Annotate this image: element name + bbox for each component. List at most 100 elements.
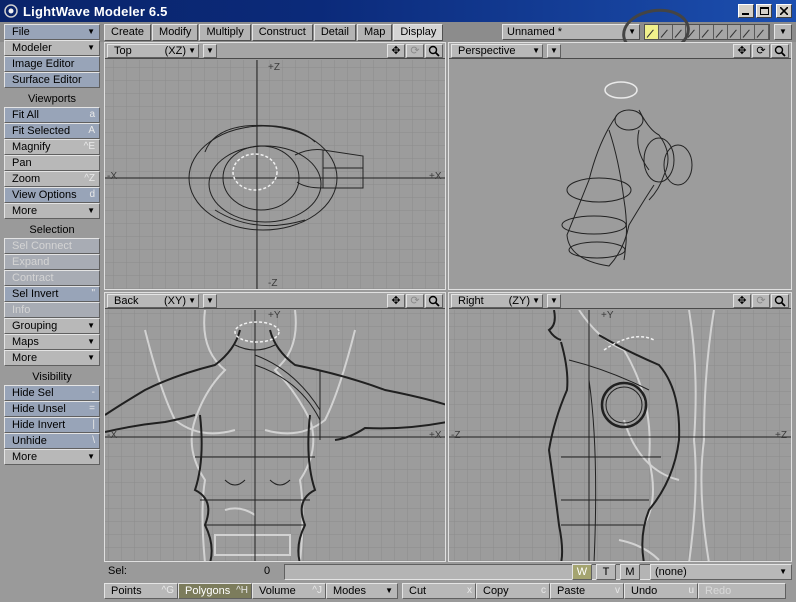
viewport-top-view-dropdown[interactable]: Top (XZ) ▼ xyxy=(107,44,199,58)
right-axis-label-left: -Z xyxy=(451,430,461,441)
wireframe-mode-button[interactable]: W xyxy=(572,564,592,580)
magnifier-icon xyxy=(428,295,440,307)
expand-button[interactable]: Expand xyxy=(4,254,100,270)
zoom-button[interactable]: Zoom ^Z xyxy=(4,171,100,187)
viewport-right-canvas[interactable]: +Y -Z +Z xyxy=(449,310,791,561)
undo-button[interactable]: Undo u xyxy=(624,583,698,599)
viewport-right-view-dropdown[interactable]: Right (ZY) ▼ xyxy=(451,294,543,308)
maps-menu-button[interactable]: Maps ▼ xyxy=(4,334,100,350)
zoom-view-icon[interactable] xyxy=(425,44,443,58)
hide-invert-button[interactable]: Hide Invert | xyxy=(4,417,100,433)
paste-button[interactable]: Paste v xyxy=(550,583,624,599)
maximize-button[interactable] xyxy=(756,4,772,18)
minimize-button[interactable] xyxy=(738,4,754,18)
modes-dropdown[interactable]: Modes ▼ xyxy=(326,583,398,599)
move-view-icon[interactable]: ✥ xyxy=(733,294,751,308)
file-menu-button[interactable]: File ▼ xyxy=(4,24,100,40)
layer-6-button[interactable] xyxy=(713,25,728,39)
modeler-menu-button[interactable]: Modeler ▼ xyxy=(4,40,100,56)
visibility-header: Visibility xyxy=(32,371,72,383)
image-editor-button[interactable]: Image Editor xyxy=(4,56,100,72)
volume-mode-button[interactable]: Volume ^J xyxy=(252,583,326,599)
viewport-right-render-dropdown[interactable]: ▼ xyxy=(547,294,561,308)
lightwave-app-icon xyxy=(4,4,18,18)
viewport-top-header: Top (XZ) ▼ ▼ ✥ ⟳ xyxy=(105,43,445,59)
viewport-perspective[interactable]: Perspective ▼ ▼ ✥ ⟳ xyxy=(448,42,792,290)
points-mode-button[interactable]: Points ^G xyxy=(104,583,178,599)
info-button[interactable]: Info xyxy=(4,302,100,318)
viewport-back-canvas[interactable]: +Y -X +X xyxy=(105,310,445,561)
viewport-right[interactable]: Right (ZY) ▼ ▼ ✥ ⟳ +Y -Z +Z xyxy=(448,292,792,562)
tab-display[interactable]: Display xyxy=(393,24,444,41)
chevron-down-icon: ▼ xyxy=(188,46,196,55)
contract-button[interactable]: Contract xyxy=(4,270,100,286)
tab-map[interactable]: Map xyxy=(356,24,393,41)
viewports-more-button[interactable]: More ▼ xyxy=(4,203,100,219)
layer-8-button[interactable] xyxy=(741,25,756,39)
tab-multiply[interactable]: Multiply xyxy=(199,24,251,41)
viewport-perspective-render-dropdown[interactable]: ▼ xyxy=(547,44,561,58)
viewport-perspective-canvas[interactable] xyxy=(449,60,791,289)
status-bar: Sel: 0 W T M (none) ▼ xyxy=(104,563,796,581)
hide-unsel-button[interactable]: Hide Unsel = xyxy=(4,401,100,417)
cut-button[interactable]: Cut x xyxy=(402,583,476,599)
zoom-view-icon[interactable] xyxy=(425,294,443,308)
visibility-more-button[interactable]: More ▼ xyxy=(4,449,100,465)
move-view-icon[interactable]: ✥ xyxy=(387,44,405,58)
viewport-perspective-view-dropdown[interactable]: Perspective ▼ xyxy=(451,44,543,58)
texture-mode-button[interactable]: T xyxy=(596,564,616,580)
redo-button[interactable]: Redo xyxy=(698,583,786,599)
chevron-down-icon: ▼ xyxy=(206,296,214,305)
sel-connect-button[interactable]: Sel Connect xyxy=(4,238,100,254)
window-title: LightWave Modeler 6.5 xyxy=(23,3,168,19)
tab-create[interactable]: Create xyxy=(104,24,152,41)
object-dropdown[interactable]: Unnamed * ▼ xyxy=(502,24,640,40)
viewport-back-render-dropdown[interactable]: ▼ xyxy=(203,294,217,308)
magnify-button[interactable]: Magnify ^E xyxy=(4,139,100,155)
back-axis-label-up: +Y xyxy=(268,310,281,321)
tab-detail[interactable]: Detail xyxy=(313,24,356,41)
hide-sel-button[interactable]: Hide Sel - xyxy=(4,385,100,401)
chevron-down-icon: ▼ xyxy=(206,46,214,55)
layer-9-button[interactable] xyxy=(755,25,770,39)
move-view-icon[interactable]: ✥ xyxy=(387,294,405,308)
viewport-back-view-dropdown[interactable]: Back (XY) ▼ xyxy=(107,294,199,308)
rotate-view-icon[interactable]: ⟳ xyxy=(752,44,770,58)
back-view-wireframe xyxy=(105,310,445,561)
layer-7-button[interactable] xyxy=(727,25,742,39)
viewport-top-render-dropdown[interactable]: ▼ xyxy=(203,44,217,58)
tab-modify[interactable]: Modify xyxy=(152,24,199,41)
zoom-view-icon[interactable] xyxy=(771,44,789,58)
grouping-menu-button[interactable]: Grouping ▼ xyxy=(4,318,100,334)
pan-button[interactable]: Pan xyxy=(4,155,100,171)
right-axis-label-right: +Z xyxy=(775,430,787,441)
unhide-button[interactable]: Unhide \ xyxy=(4,433,100,449)
zoom-view-icon[interactable] xyxy=(771,294,789,308)
viewport-top[interactable]: Top (XZ) ▼ ▼ ✥ ⟳ +Z -Z -X +X xyxy=(104,42,446,290)
viewport-back[interactable]: Back (XY) ▼ ▼ ✥ ⟳ +Y -X +X xyxy=(104,292,446,562)
polygons-mode-button[interactable]: Polygons ^H xyxy=(178,583,252,599)
selection-more-button[interactable]: More ▼ xyxy=(4,350,100,366)
surface-dropdown[interactable]: (none) ▼ xyxy=(650,564,792,580)
rotate-view-icon[interactable]: ⟳ xyxy=(752,294,770,308)
sel-invert-button[interactable]: Sel Invert " xyxy=(4,286,100,302)
close-button[interactable] xyxy=(776,4,792,18)
top-axis-label-left: -X xyxy=(107,171,117,182)
viewport-top-canvas[interactable]: +Z -Z -X +X xyxy=(105,60,445,289)
layer-bank-dropdown[interactable]: ▼ xyxy=(774,24,792,40)
surface-editor-button[interactable]: Surface Editor xyxy=(4,72,100,88)
chevron-down-icon: ▼ xyxy=(188,296,196,305)
viewport-back-header: Back (XY) ▼ ▼ ✥ ⟳ xyxy=(105,293,445,309)
layer-5-button[interactable] xyxy=(700,25,714,39)
fit-all-button[interactable]: Fit All a xyxy=(4,107,100,123)
tab-construct[interactable]: Construct xyxy=(251,24,313,41)
view-options-button[interactable]: View Options d xyxy=(4,187,100,203)
rotate-view-icon[interactable]: ⟳ xyxy=(406,294,424,308)
fit-selected-button[interactable]: Fit Selected A xyxy=(4,123,100,139)
move-view-icon[interactable]: ✥ xyxy=(733,44,751,58)
morph-mode-button[interactable]: M xyxy=(620,564,640,580)
copy-button[interactable]: Copy c xyxy=(476,583,550,599)
rotate-view-icon[interactable]: ⟳ xyxy=(406,44,424,58)
sel-label: Sel: xyxy=(108,565,127,577)
right-view-wireframe xyxy=(449,310,791,561)
